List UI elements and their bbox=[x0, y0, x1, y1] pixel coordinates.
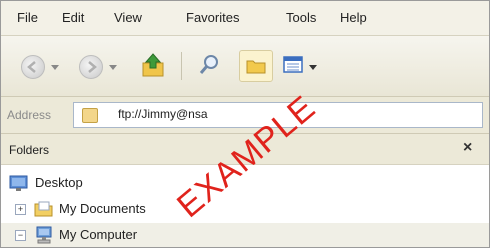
menu-view[interactable]: View bbox=[112, 9, 144, 26]
folders-icon bbox=[246, 60, 266, 74]
explorer-window: File Edit View Favorites Tools Help Addr… bbox=[0, 0, 490, 248]
desktop-icon bbox=[9, 175, 28, 191]
menu-tools[interactable]: Tools bbox=[284, 9, 318, 26]
folders-pane: Folders × Desktop + My Documents − My Co… bbox=[1, 134, 489, 247]
views-button[interactable] bbox=[281, 52, 307, 78]
computer-icon bbox=[36, 226, 52, 244]
expand-toggle[interactable]: + bbox=[15, 204, 26, 215]
tree-item-my-documents[interactable]: + My Documents bbox=[1, 197, 489, 221]
tree-label-my-computer: My Computer bbox=[59, 227, 138, 242]
search-icon bbox=[199, 55, 218, 74]
tree-item-desktop[interactable]: Desktop bbox=[1, 171, 489, 195]
folders-pane-header: Folders × bbox=[1, 134, 489, 165]
forward-button[interactable] bbox=[79, 55, 103, 79]
menu-help[interactable]: Help bbox=[338, 9, 369, 26]
toolbar-separator bbox=[181, 52, 182, 80]
back-button[interactable] bbox=[21, 55, 45, 79]
tree-label-my-documents: My Documents bbox=[59, 201, 146, 216]
address-input[interactable]: ftp://Jimmy@nsa bbox=[73, 102, 483, 128]
ftp-folder-icon bbox=[82, 108, 98, 123]
toolbar bbox=[1, 36, 489, 97]
back-arrow-icon bbox=[27, 61, 36, 73]
menu-file[interactable]: File bbox=[15, 9, 40, 26]
folders-button[interactable] bbox=[239, 50, 273, 82]
close-icon[interactable]: × bbox=[463, 139, 472, 157]
menu-bar: File Edit View Favorites Tools Help bbox=[1, 1, 489, 36]
address-bar: Address ftp://Jimmy@nsa bbox=[1, 97, 489, 134]
tree-label-desktop: Desktop bbox=[35, 175, 83, 190]
folders-pane-title: Folders bbox=[9, 143, 50, 157]
address-label: Address bbox=[7, 108, 52, 122]
views-dropdown[interactable] bbox=[309, 65, 317, 70]
collapse-toggle[interactable]: − bbox=[15, 230, 26, 241]
views-icon bbox=[283, 56, 303, 73]
search-button[interactable] bbox=[197, 52, 223, 78]
up-folder-icon bbox=[142, 53, 164, 77]
forward-dropdown[interactable] bbox=[109, 65, 117, 70]
address-value: ftp://Jimmy@nsa bbox=[118, 107, 208, 121]
forward-arrow-icon bbox=[88, 61, 97, 73]
menu-edit[interactable]: Edit bbox=[60, 9, 86, 26]
back-dropdown[interactable] bbox=[51, 65, 59, 70]
folder-icon bbox=[34, 201, 53, 217]
up-button[interactable] bbox=[139, 51, 167, 79]
menu-favorites[interactable]: Favorites bbox=[184, 9, 241, 26]
tree-item-my-computer[interactable]: − My Computer bbox=[1, 223, 489, 247]
